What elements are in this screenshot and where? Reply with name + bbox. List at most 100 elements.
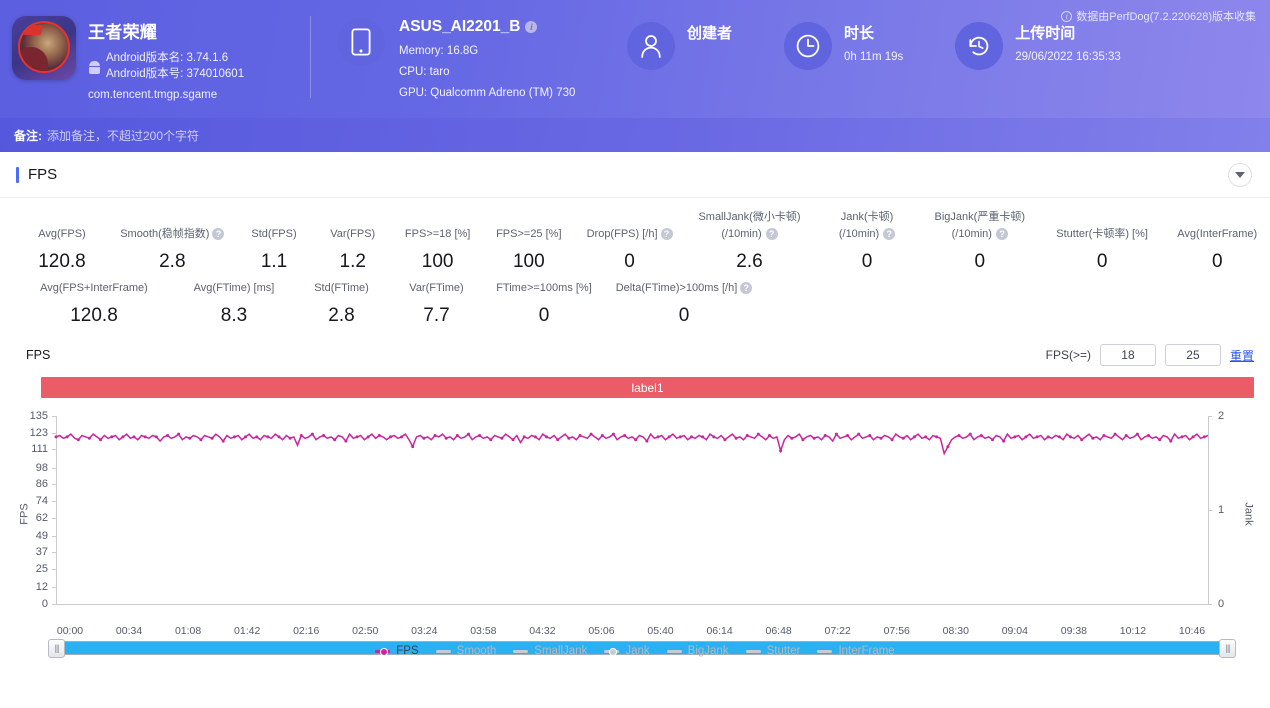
fps-data-point	[1114, 433, 1117, 436]
help-icon[interactable]: ?	[661, 228, 673, 240]
history-icon	[955, 22, 1003, 70]
metric-value: 100	[392, 251, 483, 273]
metric-cell: SmallJank(微小卡顿)(/10min)?2.6	[685, 210, 815, 273]
fps-data-point	[367, 435, 370, 438]
fps-data-point	[211, 437, 214, 440]
metric-label-main: BigJank(严重卡顿)	[920, 210, 1040, 224]
metric-label-main: Stutter(卡顿率) [%]	[1056, 227, 1148, 241]
fps-data-point	[824, 434, 827, 437]
x-tick-label: 03:24	[411, 625, 437, 637]
fps-data-point	[55, 435, 58, 438]
x-tick-label: 06:14	[706, 625, 732, 637]
fps-data-point	[445, 437, 448, 440]
fps-data-point	[1036, 435, 1039, 438]
fps-data-point	[467, 433, 470, 436]
fps-data-point	[556, 438, 559, 441]
legend-swatch	[667, 650, 682, 653]
clock-icon	[784, 22, 832, 70]
legend-item-interframe[interactable]: InterFrame	[817, 645, 894, 657]
legend-item-stutter[interactable]: Stutter	[746, 645, 801, 657]
metric-cell: Var(FPS)1.2	[313, 227, 392, 273]
perfdog-version-text: 数据由PerfDog(7.2.220628)版本收集	[1076, 8, 1256, 24]
legend-swatch	[375, 650, 390, 653]
legend-item-fps[interactable]: FPS	[375, 645, 418, 657]
x-tick-label: 01:08	[175, 625, 201, 637]
fps-data-point	[333, 438, 336, 441]
fps-data-point	[456, 434, 459, 437]
fps-data-point	[679, 435, 682, 438]
help-icon[interactable]: ?	[766, 228, 778, 240]
fps-data-point	[601, 434, 604, 437]
metric-cell: Delta(FTime)>100ms [/h]?0	[604, 281, 764, 327]
fps-data-point	[77, 438, 80, 441]
metric-cell: Avg(FTime) [ms]8.3	[174, 281, 294, 327]
creator-title: 创建者	[687, 22, 732, 43]
fps-data-point	[322, 434, 325, 437]
perfdog-report-page: i 数据由PerfDog(7.2.220628)版本收集 王者荣耀 Androi…	[0, 0, 1270, 708]
metric-label-main: Var(FTime)	[409, 281, 463, 295]
metrics-summary: Avg(FPS)120.8Smooth(稳帧指数)?2.8Std(FPS)1.1…	[0, 198, 1270, 331]
fps-data-point	[612, 433, 615, 436]
fps-data-point	[868, 434, 871, 437]
fps-data-point	[545, 435, 548, 438]
metric-label-main: Var(FPS)	[330, 227, 375, 241]
legend-item-bigjank[interactable]: BigJank	[667, 645, 729, 657]
fps-data-point	[400, 435, 403, 438]
metric-label: Delta(FTime)>100ms [/h]?	[604, 281, 764, 295]
fps-data-point	[958, 434, 961, 437]
metric-label: BigJank(严重卡顿)(/10min)?	[920, 210, 1040, 241]
fps-data-point	[768, 434, 771, 437]
metric-cell: Std(FPS)1.1	[235, 227, 314, 273]
legend-label: Stutter	[767, 645, 801, 657]
metric-label: Std(FPS)	[235, 227, 314, 241]
fps-data-point	[801, 438, 804, 441]
fps-data-point	[88, 437, 91, 440]
fps-data-point	[1069, 435, 1072, 438]
collapse-section-button[interactable]	[1228, 163, 1252, 187]
fps-data-point	[946, 445, 949, 448]
metric-label-main: FTime>=100ms [%]	[496, 281, 592, 295]
fps-data-point	[779, 449, 782, 452]
fps-threshold-high-input[interactable]	[1165, 344, 1221, 366]
fps-data-point	[344, 440, 347, 443]
legend-item-smooth[interactable]: Smooth	[436, 645, 497, 657]
info-circle-icon: i	[1061, 11, 1072, 22]
help-icon[interactable]: ?	[740, 282, 752, 294]
metric-cell: Stutter(卡顿率) [%]0	[1040, 227, 1165, 273]
x-tick-label: 05:40	[647, 625, 673, 637]
fps-line-series	[0, 406, 1270, 621]
metric-cell: FTime>=100ms [%] 0	[484, 281, 604, 327]
fps-data-point	[813, 437, 816, 440]
reset-button[interactable]: 重置	[1230, 347, 1254, 364]
metric-value: 0	[484, 305, 604, 327]
fps-data-point	[222, 440, 225, 443]
legend-swatch	[604, 650, 619, 653]
fps-threshold-low-input[interactable]	[1100, 344, 1156, 366]
metric-label: Avg(InterFrame)	[1164, 227, 1270, 241]
x-tick-label: 05:06	[588, 625, 614, 637]
legend-item-jank[interactable]: Jank	[604, 645, 649, 657]
fps-data-point	[991, 438, 994, 441]
help-icon[interactable]: ?	[883, 228, 895, 240]
fps-data-point	[300, 434, 303, 437]
help-icon[interactable]: ?	[212, 228, 224, 240]
fps-data-point	[880, 437, 883, 440]
help-icon[interactable]: ?	[996, 228, 1008, 240]
chart-plot-area[interactable]: FPS Jank 13512311198867462493725120 210	[0, 406, 1270, 621]
metric-cell: Drop(FPS) [/h]?0	[574, 227, 684, 273]
metric-label-main: Avg(FPS)	[38, 227, 85, 241]
note-bar[interactable]: 备注: 添加备注，不超过200个字符	[0, 118, 1270, 152]
legend-swatch	[513, 650, 528, 653]
legend-swatch	[746, 650, 761, 653]
legend-item-smalljank[interactable]: SmallJank	[513, 645, 587, 657]
fps-data-point	[790, 437, 793, 440]
legend-label: Jank	[625, 645, 649, 657]
legend-label: BigJank	[688, 645, 729, 657]
fps-data-point	[144, 435, 147, 438]
fps-section-header: FPS	[0, 152, 1270, 198]
fps-data-point	[657, 435, 660, 438]
fps-data-point	[1158, 438, 1161, 441]
metric-label-main: Avg(InterFrame)	[1177, 227, 1257, 241]
info-badge-icon[interactable]: i	[525, 21, 537, 33]
metric-value: 0	[814, 251, 920, 273]
